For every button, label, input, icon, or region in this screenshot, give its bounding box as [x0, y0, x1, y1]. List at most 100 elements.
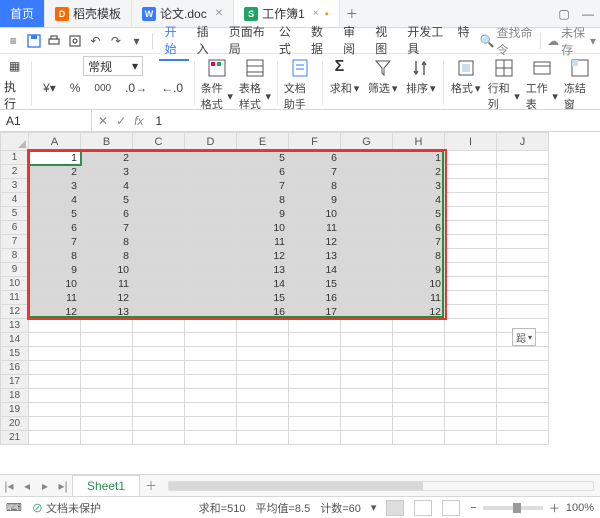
row-header[interactable]: 9: [1, 263, 29, 277]
row-header[interactable]: 14: [1, 333, 29, 347]
cell[interactable]: [81, 375, 133, 389]
cell[interactable]: 7: [237, 179, 289, 193]
cell[interactable]: 16: [237, 305, 289, 319]
cell[interactable]: [133, 375, 185, 389]
cell[interactable]: [133, 207, 185, 221]
row-header[interactable]: 13: [1, 319, 29, 333]
cell[interactable]: [237, 389, 289, 403]
format-button[interactable]: 格式▾: [450, 56, 482, 96]
cell[interactable]: [237, 417, 289, 431]
cell[interactable]: 11: [237, 235, 289, 249]
cell[interactable]: [133, 347, 185, 361]
cell[interactable]: 5: [29, 207, 81, 221]
cell[interactable]: [497, 179, 549, 193]
cell[interactable]: [185, 235, 237, 249]
cell[interactable]: [29, 319, 81, 333]
cell[interactable]: [29, 361, 81, 375]
cell[interactable]: [393, 389, 445, 403]
cell[interactable]: [81, 403, 133, 417]
cell[interactable]: 6: [237, 165, 289, 179]
cell[interactable]: 7: [393, 235, 445, 249]
cell[interactable]: 8: [393, 249, 445, 263]
cell[interactable]: [497, 263, 549, 277]
cell[interactable]: [185, 361, 237, 375]
row-header[interactable]: 5: [1, 207, 29, 221]
cell[interactable]: [185, 151, 237, 165]
window-more-button[interactable]: ▢: [552, 7, 576, 21]
cell[interactable]: 11: [289, 221, 341, 235]
cell[interactable]: 6: [29, 221, 81, 235]
cell[interactable]: [133, 305, 185, 319]
col-header[interactable]: F: [289, 133, 341, 151]
conditional-format-button[interactable]: 条件格式▾: [201, 56, 233, 110]
cell[interactable]: [237, 375, 289, 389]
cell[interactable]: [185, 179, 237, 193]
doc-helper-button[interactable]: 文档助手: [284, 56, 316, 110]
cell[interactable]: [445, 361, 497, 375]
row-header[interactable]: 19: [1, 403, 29, 417]
cell[interactable]: [341, 193, 393, 207]
comma-icon[interactable]: 000: [89, 78, 116, 98]
cell[interactable]: [341, 389, 393, 403]
row-header[interactable]: 1: [1, 151, 29, 165]
cell[interactable]: [341, 235, 393, 249]
save-status[interactable]: ☁未保存▾: [547, 24, 596, 58]
menu-tab-1[interactable]: 插入: [191, 21, 221, 61]
cell[interactable]: 9: [289, 193, 341, 207]
cell[interactable]: 10: [393, 277, 445, 291]
cell[interactable]: [289, 431, 341, 445]
cell[interactable]: 8: [81, 235, 133, 249]
cell[interactable]: [445, 347, 497, 361]
cell[interactable]: [445, 151, 497, 165]
cell[interactable]: [133, 221, 185, 235]
cell[interactable]: [185, 417, 237, 431]
cell[interactable]: 12: [29, 305, 81, 319]
row-header[interactable]: 11: [1, 291, 29, 305]
view-break-icon[interactable]: [442, 500, 460, 516]
cell[interactable]: 13: [81, 305, 133, 319]
cell[interactable]: 12: [289, 235, 341, 249]
number-format-select[interactable]: 常规▾: [83, 56, 143, 76]
cell[interactable]: [237, 403, 289, 417]
hscroll-track[interactable]: [168, 481, 594, 491]
currency-icon[interactable]: ¥▾: [38, 78, 61, 98]
cell[interactable]: 3: [81, 165, 133, 179]
row-header[interactable]: 4: [1, 193, 29, 207]
cell[interactable]: [289, 417, 341, 431]
cell[interactable]: 14: [289, 263, 341, 277]
menu-tab-0[interactable]: 开始: [159, 21, 189, 61]
cell[interactable]: [341, 375, 393, 389]
cell[interactable]: 9: [29, 263, 81, 277]
cell[interactable]: [81, 319, 133, 333]
cell[interactable]: [497, 151, 549, 165]
new-tab-button[interactable]: ＋: [340, 5, 364, 22]
cell[interactable]: [445, 417, 497, 431]
hamburger-icon[interactable]: ≡: [4, 30, 23, 52]
cell[interactable]: [445, 403, 497, 417]
stats-dropdown-icon[interactable]: ▾: [371, 501, 377, 514]
cell[interactable]: [237, 431, 289, 445]
cell[interactable]: 8: [237, 193, 289, 207]
cell[interactable]: [341, 431, 393, 445]
cell[interactable]: [185, 375, 237, 389]
cell[interactable]: 4: [393, 193, 445, 207]
fx-icon[interactable]: fx: [134, 114, 143, 128]
cell[interactable]: 8: [289, 179, 341, 193]
col-header[interactable]: H: [393, 133, 445, 151]
cell[interactable]: [237, 347, 289, 361]
cell[interactable]: 15: [237, 291, 289, 305]
cell[interactable]: [341, 221, 393, 235]
cell[interactable]: 1: [29, 151, 81, 165]
cell[interactable]: [185, 277, 237, 291]
worksheet-button[interactable]: 工作表▾: [526, 56, 558, 110]
tab-template[interactable]: D 稻壳模板: [45, 0, 132, 27]
menu-tab-4[interactable]: 数据: [305, 21, 335, 61]
row-header[interactable]: 15: [1, 347, 29, 361]
close-icon[interactable]: ✕: [215, 8, 223, 19]
cell[interactable]: [29, 375, 81, 389]
cell[interactable]: [133, 291, 185, 305]
view-normal-icon[interactable]: [386, 500, 404, 516]
cell[interactable]: 11: [393, 291, 445, 305]
cell[interactable]: [133, 417, 185, 431]
cell[interactable]: [445, 263, 497, 277]
